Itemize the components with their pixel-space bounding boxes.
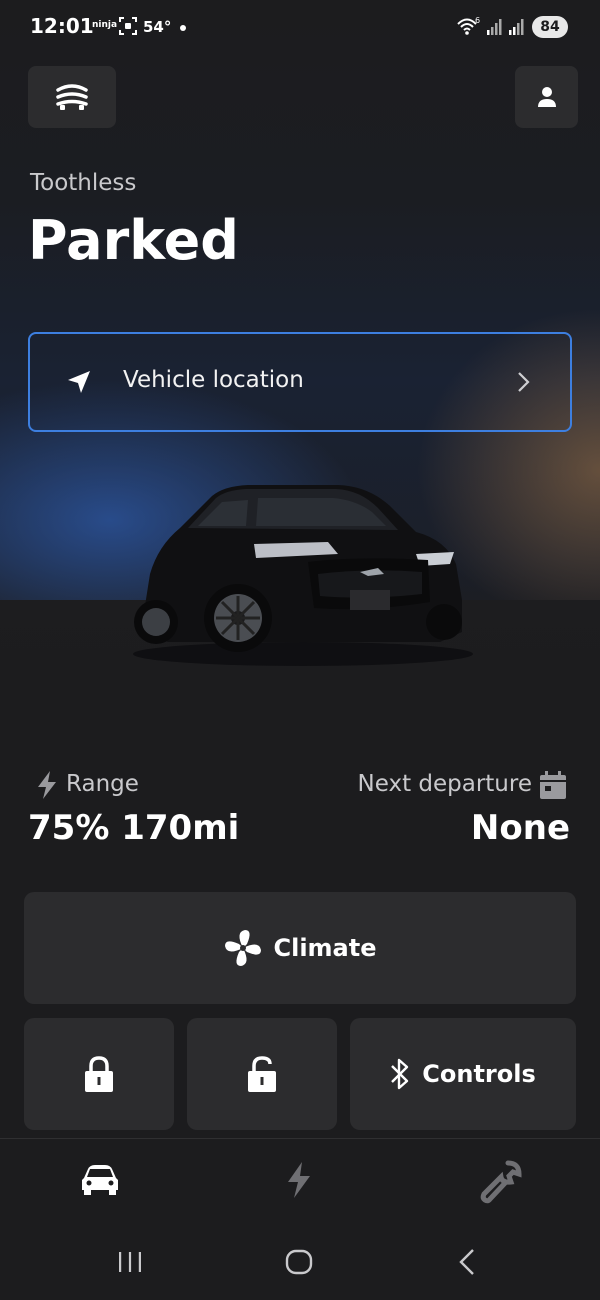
bluetooth-icon	[391, 1058, 409, 1090]
wifi-icon: 6	[457, 16, 480, 35]
tab-charge-icon[interactable]	[284, 1160, 314, 1200]
profile-button[interactable]	[515, 66, 578, 128]
fan-icon	[225, 930, 262, 966]
unlock-button[interactable]	[187, 1018, 337, 1130]
vehicle-location-label: Vehicle location	[123, 367, 304, 393]
unlock-icon	[248, 1056, 276, 1092]
person-icon	[537, 87, 556, 107]
range-label: Range	[66, 771, 139, 797]
signal-icon	[487, 19, 502, 35]
svg-text:6: 6	[475, 16, 480, 25]
scan-icon	[119, 17, 137, 35]
notification-dot	[180, 25, 186, 31]
battery-level: 84	[532, 16, 568, 38]
vehicle-image	[133, 485, 473, 666]
calendar-icon	[540, 771, 566, 799]
range-value: 75% 170mi	[28, 808, 240, 848]
bottom-nav-divider	[0, 1138, 600, 1139]
back-icon[interactable]	[456, 1246, 478, 1278]
recent-apps-icon[interactable]	[116, 1246, 144, 1278]
climate-button[interactable]: Climate	[24, 892, 576, 1004]
navigation-arrow-icon	[68, 371, 90, 393]
lock-icon	[85, 1056, 113, 1092]
status-time: 12:01	[30, 14, 94, 38]
controls-label: Controls	[422, 1060, 536, 1088]
controls-button[interactable]: Controls	[350, 1018, 576, 1130]
vehicle-location-button[interactable]: Vehicle location	[28, 332, 572, 432]
bolt-icon	[38, 771, 56, 799]
status-temperature: 54°	[143, 18, 172, 36]
lock-button[interactable]	[24, 1018, 174, 1130]
menu-button[interactable]	[28, 66, 116, 128]
status-bar: 12:01 ninja 54° 6 84	[0, 0, 600, 56]
vehicle-name: Toothless	[30, 170, 137, 196]
tab-vehicle-icon[interactable]	[80, 1160, 120, 1196]
next-departure-label: Next departure	[357, 771, 533, 797]
vehicle-status: Parked	[28, 209, 239, 272]
next-departure-value: None	[470, 808, 570, 848]
climate-label: Climate	[273, 934, 377, 962]
chevron-right-icon	[518, 372, 530, 392]
home-icon[interactable]	[284, 1246, 314, 1278]
signal-icon-2	[509, 19, 524, 35]
tab-service-wrench-icon[interactable]	[478, 1160, 522, 1204]
notification-text: ninja	[92, 20, 118, 30]
car-lines-icon	[56, 84, 88, 110]
